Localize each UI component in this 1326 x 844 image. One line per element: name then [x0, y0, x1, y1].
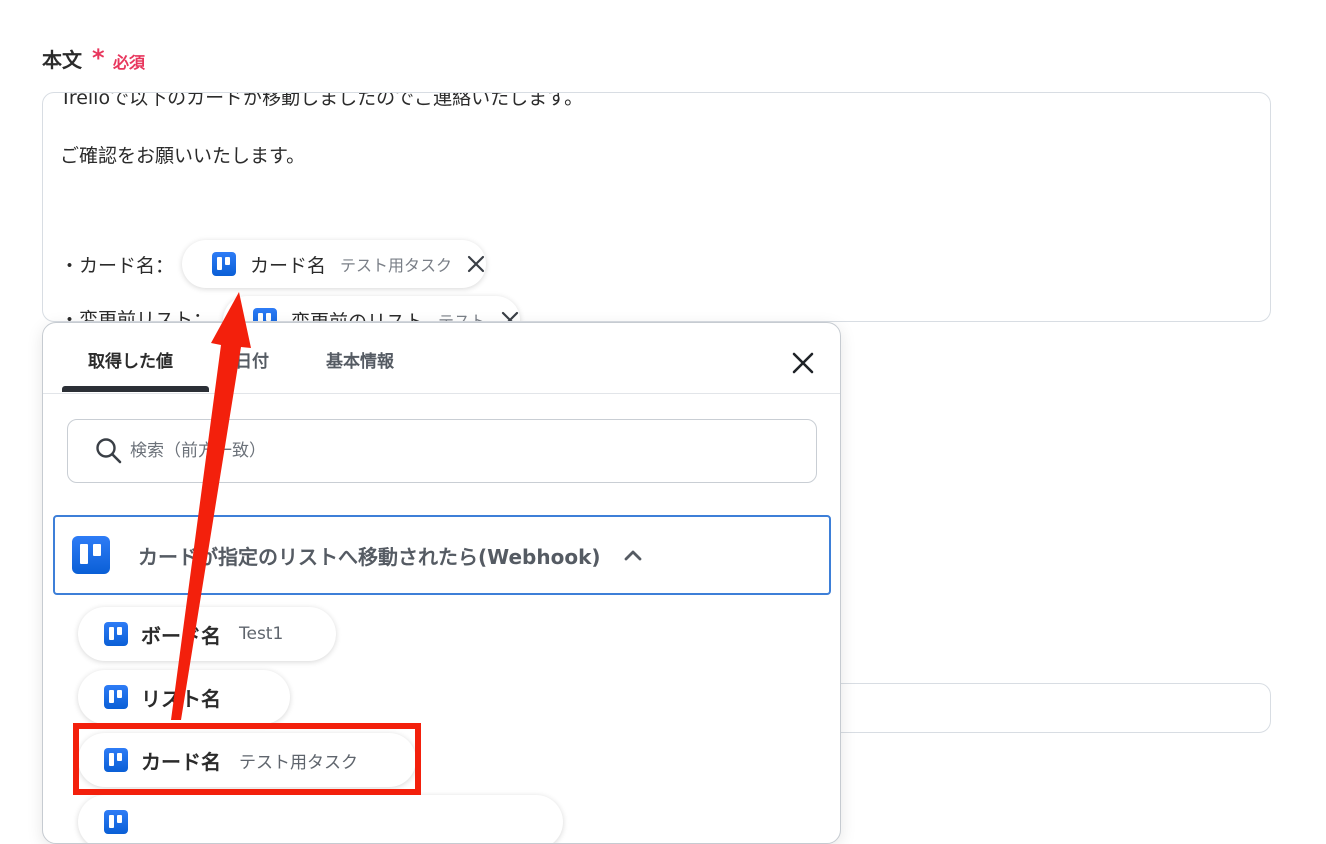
- item-name: ボード名: [141, 623, 221, 648]
- variable-chip-prev-list[interactable]: 変更前のリスト テスト: [223, 296, 521, 322]
- panel-tabs: 取得した値 日付 基本情報: [43, 323, 840, 394]
- variable-item-partial[interactable]: [78, 795, 563, 843]
- variable-chip-card-name[interactable]: カード名 テスト用タスク: [182, 240, 487, 288]
- body-line-1: Trelloで以下のカードが移動しましたのでご連絡いたします。: [60, 92, 584, 109]
- annotation-highlight-box: [73, 723, 421, 795]
- item-value: Test1: [239, 624, 284, 644]
- body-line-prev-list: ・変更前リスト：: [60, 309, 213, 322]
- variable-item-list-name[interactable]: リスト名: [78, 670, 290, 724]
- close-icon[interactable]: [500, 310, 520, 321]
- trigger-group-header[interactable]: カードが指定のリストへ移動されたら(Webhook): [53, 515, 831, 595]
- item-name: リスト名: [141, 686, 221, 711]
- body-line-card-name: ・カード名：: [60, 255, 175, 277]
- search-box: [67, 419, 817, 483]
- body-line-2: ご確認をお願いいたします。: [60, 145, 306, 167]
- body-field-label: 本文: [42, 48, 82, 72]
- chevron-up-icon[interactable]: [623, 545, 643, 565]
- tab-date[interactable]: 日付: [235, 347, 269, 372]
- group-title: カードが指定のリストへ移動されたら(Webhook): [138, 544, 601, 569]
- required-label: 必須: [113, 53, 146, 72]
- trello-icon: [72, 536, 110, 574]
- trello-icon: [212, 252, 236, 276]
- body-textarea[interactable]: Trelloで以下のカードが移動しましたのでご連絡いたします。 ご確認をお願いい…: [42, 92, 1271, 322]
- trello-icon: [253, 308, 277, 321]
- tab-basic-info[interactable]: 基本情報: [326, 347, 394, 372]
- active-tab-indicator: [62, 386, 209, 392]
- chip-value: テスト: [438, 312, 487, 322]
- next-input-field[interactable]: [820, 683, 1271, 733]
- variable-item-board-name[interactable]: ボード名 Test1: [78, 607, 336, 661]
- close-icon[interactable]: [466, 254, 486, 274]
- trello-icon: [104, 622, 128, 646]
- chip-value: テスト用タスク: [340, 256, 453, 275]
- search-input[interactable]: [128, 420, 792, 482]
- chip-name: カード名: [250, 254, 327, 277]
- required-asterisk: *: [92, 44, 105, 72]
- tab-acquired-values[interactable]: 取得した値: [88, 347, 173, 372]
- search-icon: [94, 436, 124, 466]
- close-icon[interactable]: [789, 349, 817, 377]
- chip-name: 変更前のリスト: [291, 310, 425, 322]
- trello-icon: [104, 685, 128, 709]
